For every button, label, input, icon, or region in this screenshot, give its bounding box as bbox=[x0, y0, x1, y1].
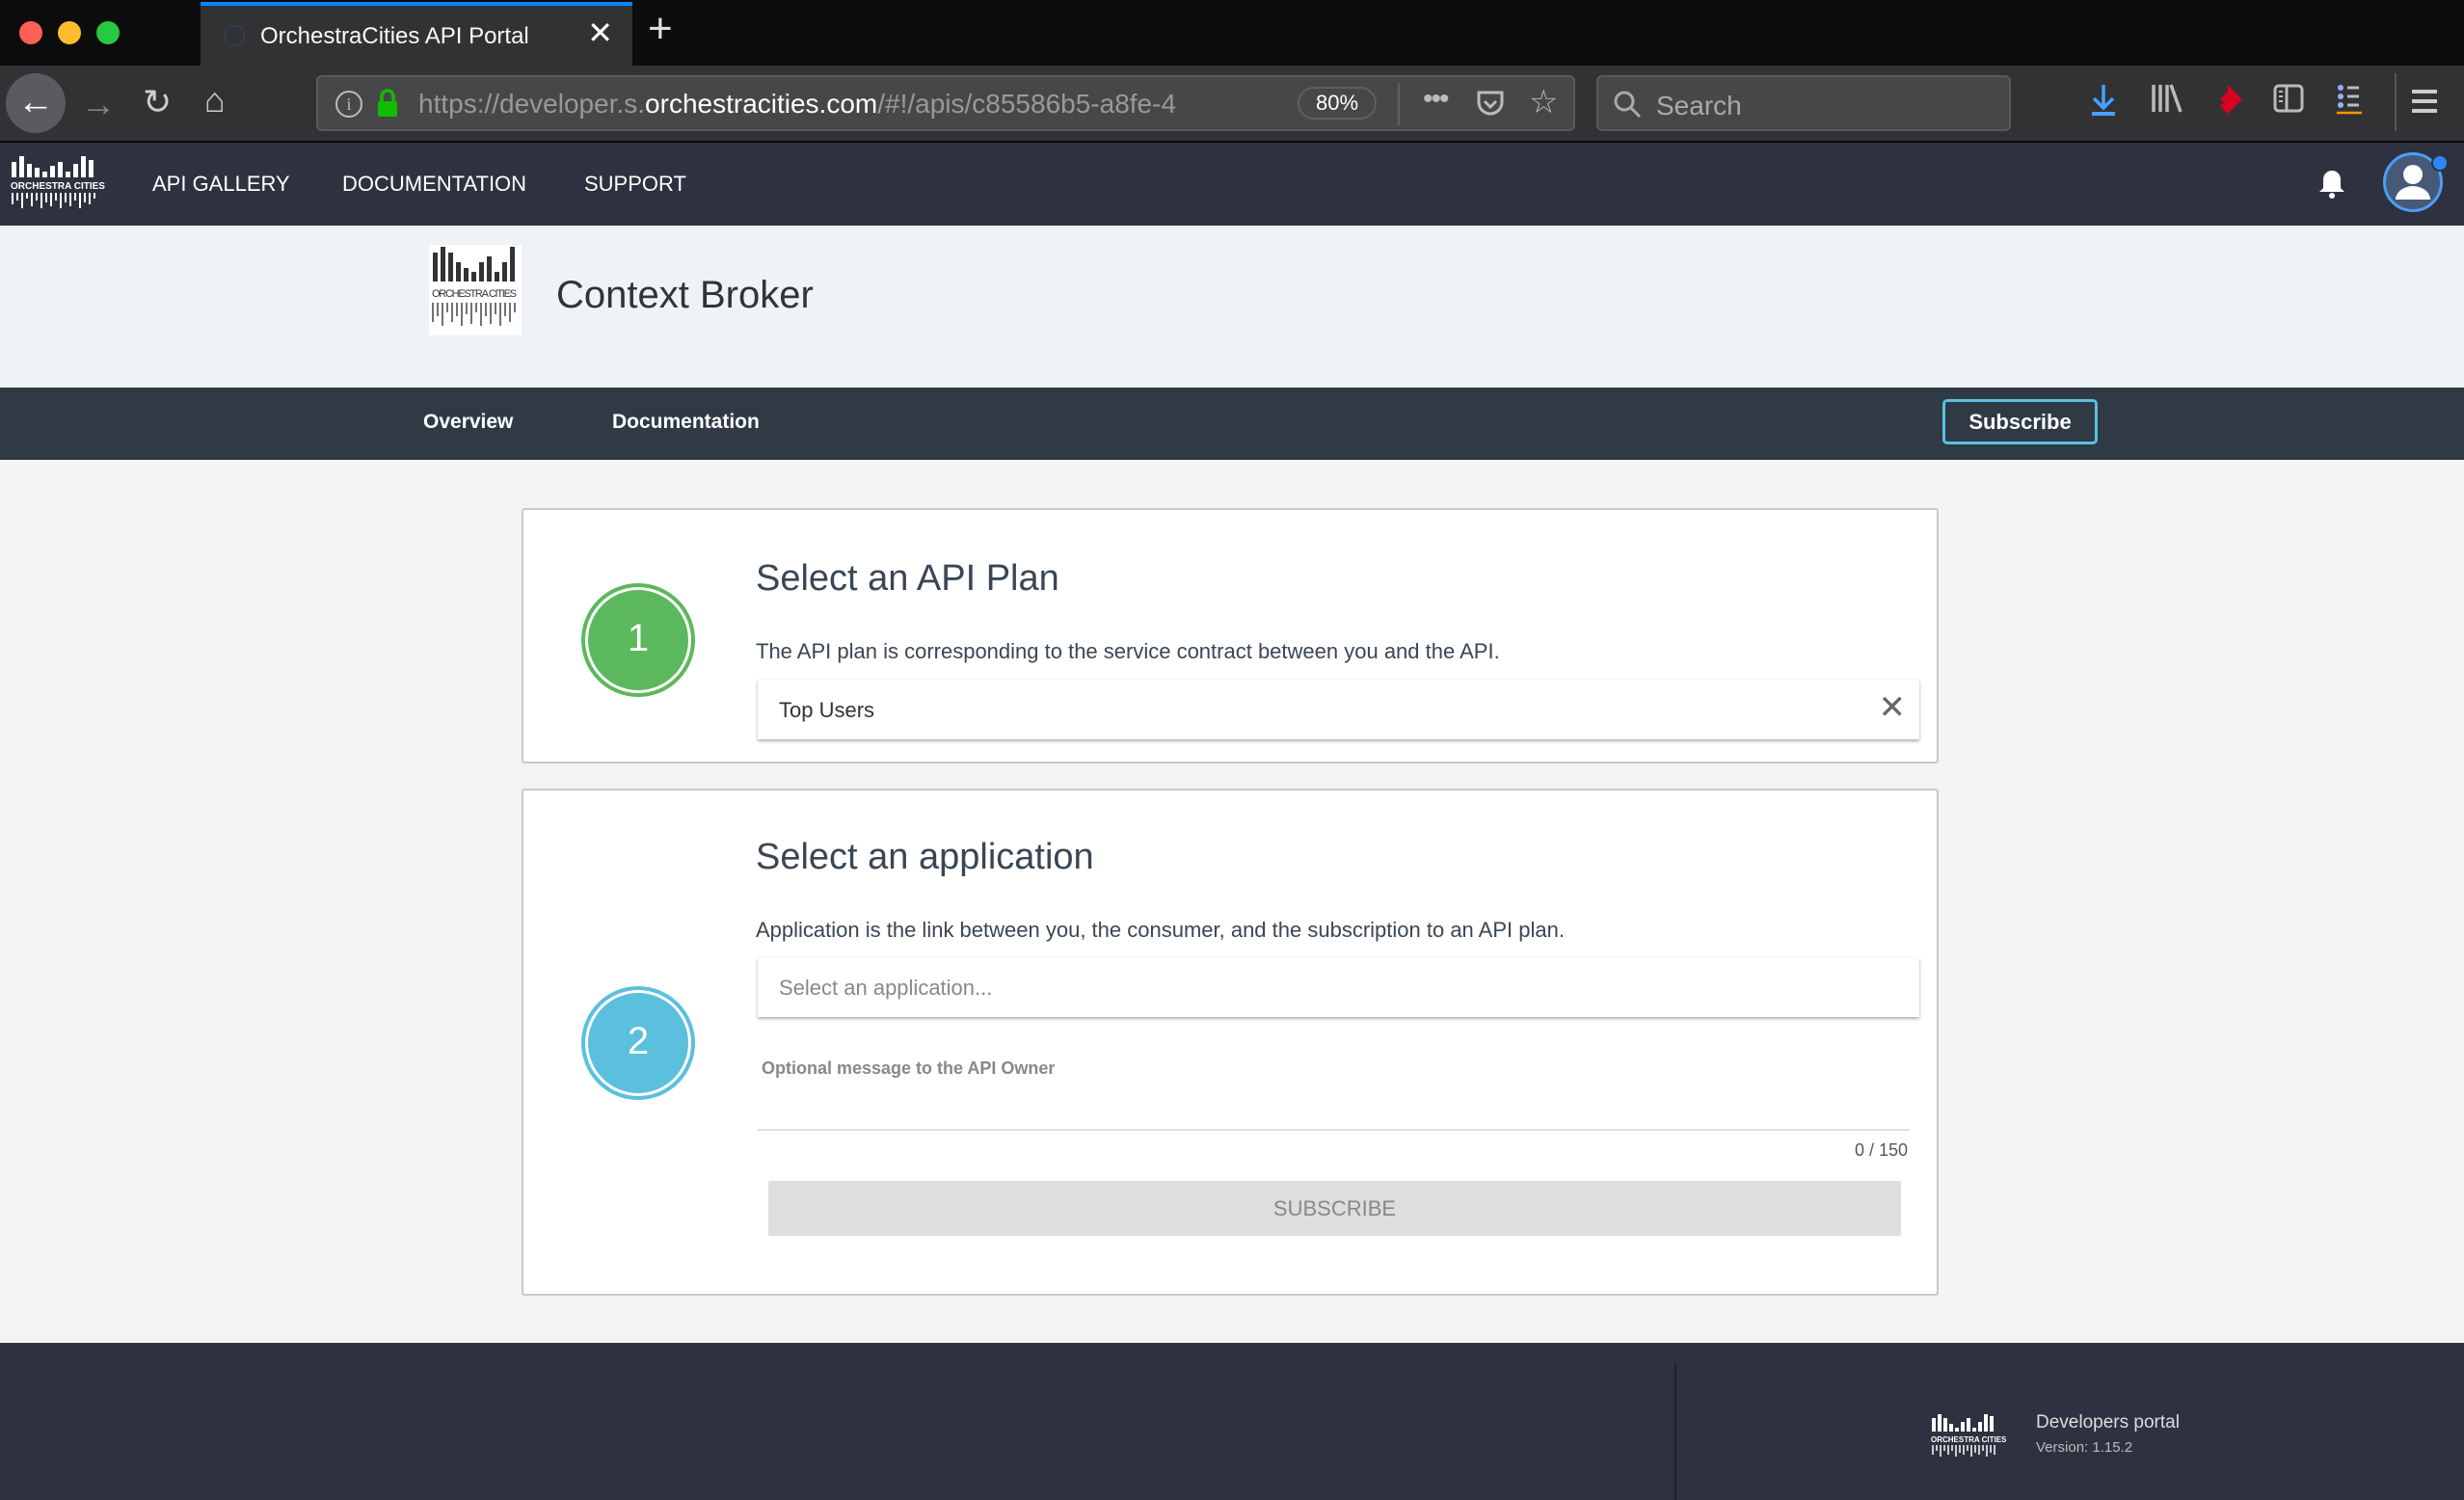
close-tab-icon[interactable]: ✕ bbox=[587, 17, 613, 48]
step-2-indicator: 2 bbox=[581, 986, 695, 1100]
api-logo-icon: ORCHESTRA CITIES bbox=[432, 247, 517, 326]
lock-icon bbox=[378, 89, 397, 117]
subscribe-tab-button[interactable]: Subscribe bbox=[1942, 399, 2098, 444]
more-actions-icon[interactable]: ••• bbox=[1423, 83, 1449, 116]
url-bar[interactable]: i https://developer.s.orchestracities.co… bbox=[316, 75, 1575, 131]
tab-overview[interactable]: Overview bbox=[423, 411, 513, 434]
sidebar-icon[interactable] bbox=[2273, 83, 2304, 114]
toolbar-separator bbox=[2395, 73, 2397, 131]
search-placeholder: Search bbox=[1656, 91, 1742, 121]
library-icon[interactable] bbox=[2150, 83, 2183, 114]
clear-plan-icon[interactable]: ✕ bbox=[1879, 691, 1907, 724]
page-title: Context Broker bbox=[556, 274, 814, 316]
tab-title: OrchestraCities API Portal bbox=[260, 23, 529, 49]
footer-version: Version: 1.15.2 bbox=[2036, 1439, 2133, 1456]
nav-api-gallery[interactable]: API GALLERY bbox=[152, 172, 290, 197]
select-application-heading: Select an application bbox=[756, 837, 1094, 877]
maximize-window-button[interactable] bbox=[96, 21, 120, 44]
footer-logo-icon: ORCHESTRA CITIES bbox=[1931, 1414, 2007, 1457]
svg-text:ORCHESTRA CITIES: ORCHESTRA CITIES bbox=[11, 181, 105, 192]
pocket-icon[interactable] bbox=[1475, 89, 1506, 120]
info-icon[interactable]: i bbox=[335, 91, 362, 118]
api-subnav: Overview Documentation Subscribe bbox=[0, 388, 2464, 460]
application-select[interactable]: Select an application... bbox=[758, 957, 1919, 1017]
optional-message-label: Optional message to the API Owner bbox=[762, 1058, 1056, 1078]
forward-button[interactable]: → bbox=[81, 87, 116, 121]
app-navbar: ORCHESTRA CITIES API GALLERY DOCUMENTATI… bbox=[0, 143, 2464, 226]
select-plan-card: 1 Select an API Plan The API plan is cor… bbox=[522, 508, 1939, 763]
extension-icon[interactable] bbox=[2211, 83, 2244, 116]
hamburger-menu-icon[interactable] bbox=[2412, 89, 2437, 114]
api-header: ORCHESTRA CITIES Context Broker bbox=[0, 226, 2464, 388]
api-logo: ORCHESTRA CITIES bbox=[429, 245, 522, 335]
browser-search-input[interactable]: Search bbox=[1596, 75, 2011, 131]
step-number: 2 bbox=[588, 993, 688, 1093]
browser-toolbar: ← → ↻ ⌂ i https://developer.s.orchestrac… bbox=[0, 66, 2464, 143]
minimize-window-button[interactable] bbox=[58, 21, 81, 44]
notification-badge bbox=[2431, 154, 2449, 172]
svg-text:ORCHESTRA CITIES: ORCHESTRA CITIES bbox=[432, 288, 517, 300]
message-char-counter: 0 / 150 bbox=[1854, 1140, 1908, 1160]
footer: ORCHESTRA CITIES Developers portal Versi… bbox=[0, 1343, 2464, 1500]
new-tab-button[interactable]: + bbox=[648, 8, 673, 50]
nav-documentation[interactable]: DOCUMENTATION bbox=[342, 172, 526, 197]
subscribe-button[interactable]: SUBSCRIBE bbox=[768, 1181, 1901, 1236]
select-plan-heading: Select an API Plan bbox=[756, 558, 1059, 599]
step-1-indicator: 1 bbox=[581, 583, 695, 697]
close-window-button[interactable] bbox=[19, 21, 42, 44]
downloads-icon[interactable] bbox=[2088, 83, 2119, 118]
favicon-icon bbox=[224, 25, 245, 46]
svg-text:ORCHESTRA CITIES: ORCHESTRA CITIES bbox=[1931, 1435, 2007, 1444]
reload-button[interactable]: ↻ bbox=[143, 85, 172, 120]
browser-tab-bar: OrchestraCities API Portal ✕ + bbox=[0, 0, 2464, 66]
select-application-description: Application is the link between you, the… bbox=[756, 918, 1565, 942]
bookmark-star-icon[interactable]: ☆ bbox=[1529, 83, 1558, 121]
plan-select[interactable]: Top Users ✕ bbox=[758, 680, 1919, 739]
back-button[interactable]: ← bbox=[6, 73, 66, 133]
logo-icon: ORCHESTRA CITIES bbox=[11, 156, 105, 208]
step-number: 1 bbox=[588, 590, 688, 690]
list-extension-icon[interactable] bbox=[2335, 83, 2364, 116]
zoom-level-indicator[interactable]: 80% bbox=[1298, 87, 1377, 120]
select-application-card: 2 Select an application Application is t… bbox=[522, 789, 1939, 1296]
selected-plan-value: Top Users bbox=[779, 698, 875, 722]
tab-documentation[interactable]: Documentation bbox=[612, 411, 760, 434]
footer-title: Developers portal bbox=[2036, 1412, 2180, 1433]
notifications-bell-icon[interactable] bbox=[2317, 168, 2346, 201]
nav-support[interactable]: SUPPORT bbox=[584, 172, 686, 197]
url-separator bbox=[1398, 83, 1400, 125]
optional-message-input[interactable] bbox=[758, 1129, 1910, 1131]
home-button[interactable]: ⌂ bbox=[204, 83, 226, 118]
url-text: https://developer.s.orchestracities.com/… bbox=[418, 89, 1177, 119]
select-plan-description: The API plan is corresponding to the ser… bbox=[756, 639, 1500, 663]
search-icon bbox=[1614, 91, 1642, 119]
browser-tab[interactable]: OrchestraCities API Portal ✕ bbox=[201, 2, 632, 66]
application-placeholder: Select an application... bbox=[779, 976, 993, 1000]
orchestra-cities-logo[interactable]: ORCHESTRA CITIES bbox=[10, 154, 116, 216]
footer-divider bbox=[1674, 1362, 1676, 1500]
